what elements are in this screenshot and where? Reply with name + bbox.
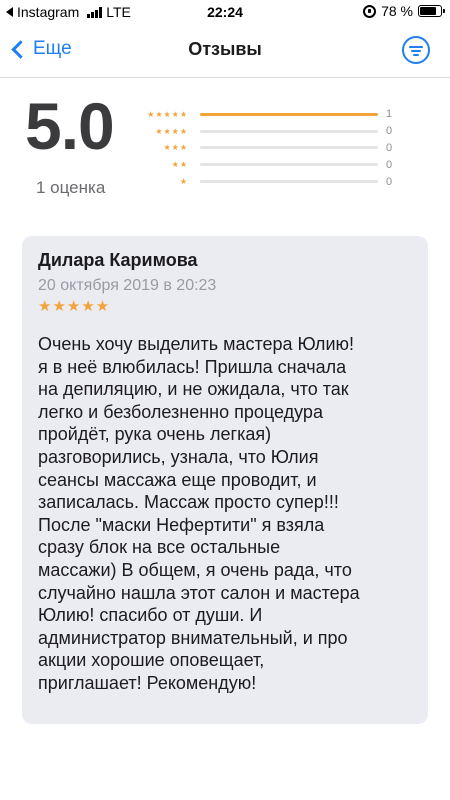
- ratings-count: 1 оценка: [36, 178, 106, 197]
- rating-bar-track: [200, 146, 378, 150]
- star-icons: ★★: [171, 160, 188, 170]
- navigation-bar: Еще Отзывы: [0, 24, 450, 78]
- star-icons: ★★★★★: [147, 109, 188, 119]
- status-bar: Instagram LTE 22:24 78 %: [0, 0, 450, 24]
- review-date: 20 октября 2019 в 20:23: [38, 277, 217, 294]
- battery-level-fill: [420, 7, 436, 15]
- review-text: Очень хочу выделить мастера Юлию! я в не…: [38, 334, 360, 693]
- rating-row-count: 0: [386, 141, 393, 154]
- review-card[interactable]: Дилара Каримова 20 октября 2019 в 20:23 …: [22, 236, 428, 724]
- rating-bar-track: [200, 163, 378, 167]
- star-icons: ★★★: [163, 143, 188, 153]
- rating-bar-track: [200, 112, 378, 116]
- filter-icon[interactable]: [402, 36, 430, 64]
- rating-row-4: ★★★★ 0: [140, 123, 410, 140]
- review-author: Дилара Каримова: [38, 250, 198, 270]
- rating-row-count: 1: [386, 108, 393, 121]
- rating-bar-track: [200, 180, 378, 184]
- average-rating: 5.0: [25, 89, 115, 163]
- rating-row-1: ★ 0: [140, 173, 410, 190]
- rating-row-count: 0: [386, 125, 393, 138]
- rating-distribution: ★★★★★ 1 ★★★★ 0 ★★★ 0 ★★ 0 ★ 0: [140, 106, 410, 190]
- page-title: Отзывы: [188, 39, 262, 59]
- battery-icon: [418, 5, 445, 17]
- rating-row-count: 0: [386, 158, 393, 171]
- rating-bar-track: [200, 129, 378, 133]
- star-icons: ★★★★: [155, 126, 188, 136]
- rating-row-3: ★★★ 0: [140, 140, 410, 157]
- rating-bar-fill: [200, 112, 378, 116]
- battery-percent: 78 %: [381, 3, 413, 19]
- star-icons: ★: [179, 177, 188, 187]
- review-star-rating: ★★★★★: [38, 298, 111, 315]
- rating-row-count: 0: [386, 175, 393, 188]
- rating-row-2: ★★ 0: [140, 156, 410, 173]
- rating-row-5: ★★★★★ 1: [140, 106, 410, 123]
- rotation-lock-icon: [363, 4, 377, 18]
